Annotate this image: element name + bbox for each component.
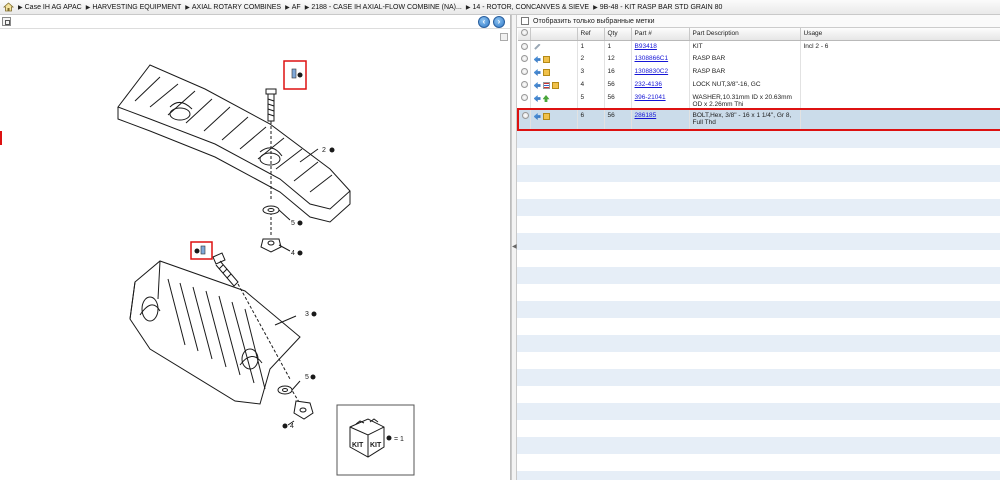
expand-icon[interactable] [2, 17, 11, 26]
add-to-cart-icon[interactable] [533, 95, 541, 102]
arrow-right-icon: ▶ [85, 4, 91, 11]
select-radio-icon[interactable] [521, 42, 528, 50]
breadcrumb-item[interactable]: ▶ AF [285, 4, 301, 11]
select-radio-icon[interactable] [521, 68, 528, 75]
table-header: Ref Qty Part # Part Description Usage [518, 28, 1000, 41]
icon-column-header [530, 28, 578, 41]
filter-bar: Отобразить только выбранные метки [517, 15, 1000, 28]
upgrade-arrow-icon [542, 95, 550, 102]
empty-row [517, 233, 1000, 250]
kit-label: KIT [370, 442, 382, 449]
empty-row [517, 420, 1000, 437]
show-selected-checkbox[interactable] [521, 17, 529, 25]
add-to-cart-icon[interactable] [533, 69, 541, 76]
column-header-usage[interactable]: Usage [800, 28, 1000, 41]
column-header-ref[interactable]: Ref [577, 28, 605, 41]
settings-icon[interactable] [518, 28, 531, 41]
arrow-right-icon: ▶ [185, 4, 190, 11]
empty-row [517, 250, 1000, 267]
wrench-icon [534, 43, 541, 50]
column-header-qty[interactable]: Qty [604, 28, 632, 41]
parts-diagram[interactable]: 2 5 4 3 5 4 KIT KIT = 1 [0, 29, 502, 480]
column-header-part[interactable]: Part # [631, 28, 690, 41]
column-header-description[interactable]: Part Description [689, 28, 801, 41]
drawing-panel: ‹ › 2 5 4 3 5 4 KIT KIT = 1 [0, 15, 511, 480]
kit-label: KIT [352, 442, 364, 449]
breadcrumb-item[interactable]: ▶ Case IH AG APAC [18, 4, 82, 11]
breadcrumb: ▶ Case IH AG APAC ▶ HARVESTING EQUIPMENT ▶… [0, 0, 1000, 15]
scrollbar[interactable] [501, 29, 510, 480]
empty-row [517, 335, 1000, 352]
callout-label: 5 [291, 220, 295, 227]
callout-label: 5 [305, 374, 309, 381]
part-number-link[interactable]: 286185 [635, 112, 657, 119]
drawing-toolbar: ‹ › [0, 15, 510, 29]
select-radio-icon[interactable] [521, 94, 528, 101]
empty-row [517, 454, 1000, 471]
breadcrumb-item[interactable]: ▶ 2188 - CASE IH AXIAL-FLOW COMBINE (NA).… [305, 4, 462, 11]
kit-legend: = 1 [394, 436, 404, 443]
arrow-right-icon: ▶ [304, 4, 310, 11]
part-number-link[interactable]: 396-21041 [635, 94, 666, 101]
empty-row [517, 318, 1000, 335]
previous-arrow-icon[interactable]: ‹ [478, 16, 490, 28]
select-radio-icon[interactable] [521, 81, 528, 88]
breadcrumb-item[interactable]: ▶ 9B-48 - KIT RASP BAR STD GRAIN 80 [593, 4, 722, 11]
empty-row [517, 471, 1000, 480]
empty-row [517, 284, 1000, 301]
empty-row [517, 403, 1000, 420]
breadcrumb-item[interactable]: ▶ AXIAL ROTARY COMBINES [185, 4, 281, 11]
home-icon[interactable] [3, 2, 14, 12]
package-icon [542, 113, 550, 120]
empty-row [517, 386, 1000, 403]
part-number-link[interactable]: 1308830C2 [635, 68, 669, 75]
add-to-cart-icon[interactable] [533, 82, 541, 89]
empty-row [517, 165, 1000, 182]
table-row-selected[interactable]: 6 56 286185 BOLT,Hex, 3/8" - 16 x 1 1/4"… [517, 108, 1000, 131]
part-number-link[interactable]: 1308866C1 [635, 55, 669, 62]
list-icon [542, 82, 550, 89]
empty-row [517, 369, 1000, 386]
empty-row [517, 216, 1000, 233]
empty-row [517, 182, 1000, 199]
table-row[interactable]: 1 1 B93418 KIT Incl 2 - 6 [518, 40, 1000, 53]
part-number-link[interactable]: 232-4136 [635, 81, 662, 88]
arrow-right-icon: ▶ [285, 4, 290, 11]
part-number-link[interactable]: B93418 [635, 43, 657, 50]
callout-label: 3 [305, 311, 309, 318]
table-row[interactable]: 4 56 232-4136 LOCK NUT,3/8"-16, GC [518, 79, 1000, 92]
next-arrow-icon[interactable]: › [493, 16, 505, 28]
collapse-arrow-icon[interactable]: ◀ [512, 243, 517, 250]
arrow-right-icon: ▶ [465, 4, 471, 11]
callout-label: 4 [290, 423, 294, 430]
arrow-right-icon: ▶ [593, 4, 598, 11]
parts-panel: Отобразить только выбранные метки Ref Qt… [517, 15, 1000, 480]
empty-row [517, 148, 1000, 165]
empty-row [517, 199, 1000, 216]
parts-table: Ref Qty Part # Part Description Usage 1 … [517, 28, 1000, 131]
add-to-cart-icon[interactable] [533, 56, 541, 63]
table-row[interactable]: 2 12 1308866C1 RASP BAR [518, 53, 1000, 66]
empty-row [517, 131, 1000, 148]
add-to-cart-icon[interactable] [533, 113, 541, 120]
package-icon [551, 82, 559, 89]
breadcrumb-item[interactable]: ▶ 14 - ROTOR, CONCANVES & SIEVE [466, 4, 589, 11]
empty-row [517, 437, 1000, 454]
package-icon [542, 69, 550, 76]
table-row[interactable]: 5 56 396-21041 WASHER,10.31mm ID x 20.63… [518, 92, 1000, 109]
arrow-right-icon: ▶ [18, 4, 23, 11]
select-radio-icon[interactable] [521, 55, 528, 62]
breadcrumb-item[interactable]: ▶ HARVESTING EQUIPMENT [86, 4, 182, 11]
table-row[interactable]: 3 16 1308830C2 RASP BAR [518, 66, 1000, 79]
empty-row [517, 352, 1000, 369]
callout-label: 2 [322, 147, 326, 154]
callout-label: 4 [291, 250, 295, 257]
select-radio-icon[interactable] [522, 112, 529, 119]
package-icon [542, 56, 550, 63]
filter-label: Отобразить только выбранные метки [533, 17, 655, 25]
empty-row [517, 267, 1000, 284]
empty-row [517, 301, 1000, 318]
